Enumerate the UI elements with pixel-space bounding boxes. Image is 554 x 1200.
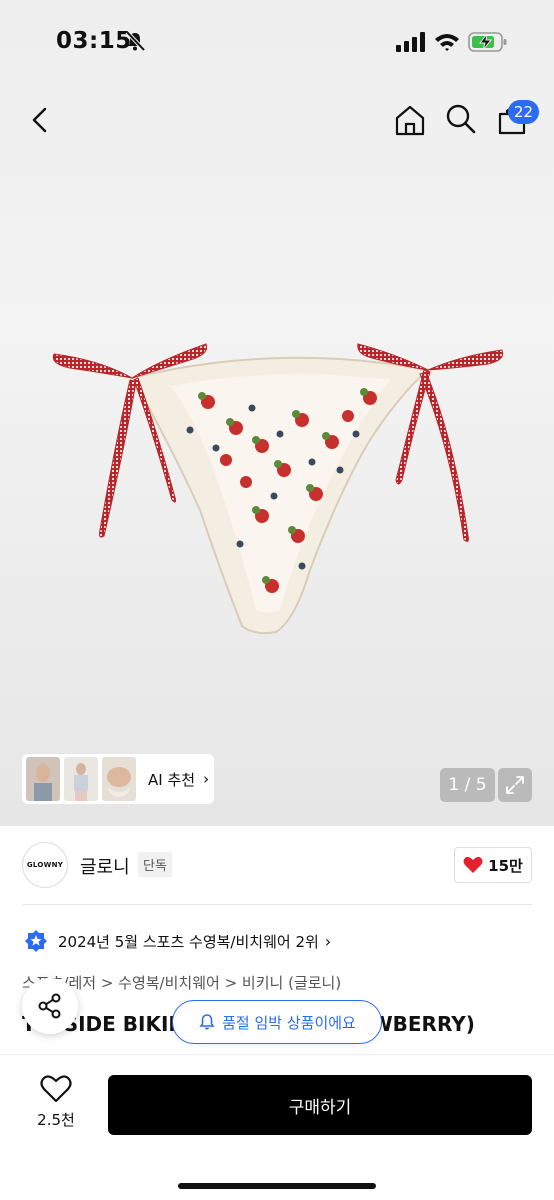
favorite-button[interactable]: 2.5천 xyxy=(20,1075,92,1139)
brand-row: GLOWNY 글로니 단독 15만 xyxy=(0,838,554,892)
home-button[interactable] xyxy=(390,100,430,140)
search-icon xyxy=(446,104,476,134)
toast-text: 품절 임박 상품이에요 xyxy=(222,1013,356,1032)
back-button[interactable] xyxy=(22,102,58,138)
heart-icon xyxy=(463,856,483,873)
brand-like-button[interactable]: 15만 xyxy=(454,847,532,883)
ranking-star-icon xyxy=(25,930,47,952)
favorite-count: 2.5천 xyxy=(37,1111,75,1129)
wifi-icon xyxy=(435,34,459,51)
buy-button[interactable]: 구매하기 xyxy=(108,1075,532,1135)
product-image xyxy=(52,343,504,635)
share-button[interactable] xyxy=(22,978,78,1034)
home-icon xyxy=(395,105,425,136)
status-time: 03:15 xyxy=(56,28,132,54)
exclusive-badge: 단독 xyxy=(138,852,172,877)
heart-icon xyxy=(40,1075,72,1103)
expand-icon xyxy=(506,776,524,794)
back-arrow-icon xyxy=(32,107,47,133)
search-button[interactable] xyxy=(442,100,480,138)
brand-logo-text: GLOWNY xyxy=(26,861,64,869)
status-bar: 03:15 xyxy=(0,0,554,84)
ranking-link[interactable]: 2024년 5월 스포츠 수영복/비치웨어 2위 › xyxy=(24,928,331,954)
ai-recommend-strip[interactable]: AI 추천 › xyxy=(22,754,214,804)
home-indicator xyxy=(178,1183,376,1189)
recommend-thumbnail[interactable] xyxy=(64,757,98,801)
signal-icon xyxy=(396,32,425,52)
chevron-right-icon: › xyxy=(203,770,210,788)
low-stock-toast: 품절 임박 상품이에요 xyxy=(172,1000,382,1044)
ai-recommend-label[interactable]: AI 추천 xyxy=(148,769,195,790)
bell-icon xyxy=(199,1014,215,1030)
divider xyxy=(22,904,532,905)
cart-count-badge: 22 xyxy=(508,100,540,124)
silent-bell-icon xyxy=(125,30,146,52)
top-navigation xyxy=(0,90,554,150)
recommend-thumbnail[interactable] xyxy=(102,757,136,801)
battery-charging-icon xyxy=(468,32,507,52)
recommend-thumbnail[interactable] xyxy=(26,757,60,801)
chevron-right-icon: › xyxy=(324,931,332,951)
image-page-counter: 1 / 5 xyxy=(440,768,495,802)
brand-name[interactable]: 글로니 xyxy=(80,853,130,879)
share-icon xyxy=(38,993,61,1019)
brand-like-count: 15만 xyxy=(488,856,523,875)
ranking-text: 2024년 5월 스포츠 수영복/비치웨어 2위 xyxy=(58,932,319,951)
expand-image-button[interactable] xyxy=(498,768,532,802)
bottom-action-bar: 2.5천 구매하기 xyxy=(0,1054,554,1200)
brand-logo[interactable]: GLOWNY xyxy=(22,842,68,888)
